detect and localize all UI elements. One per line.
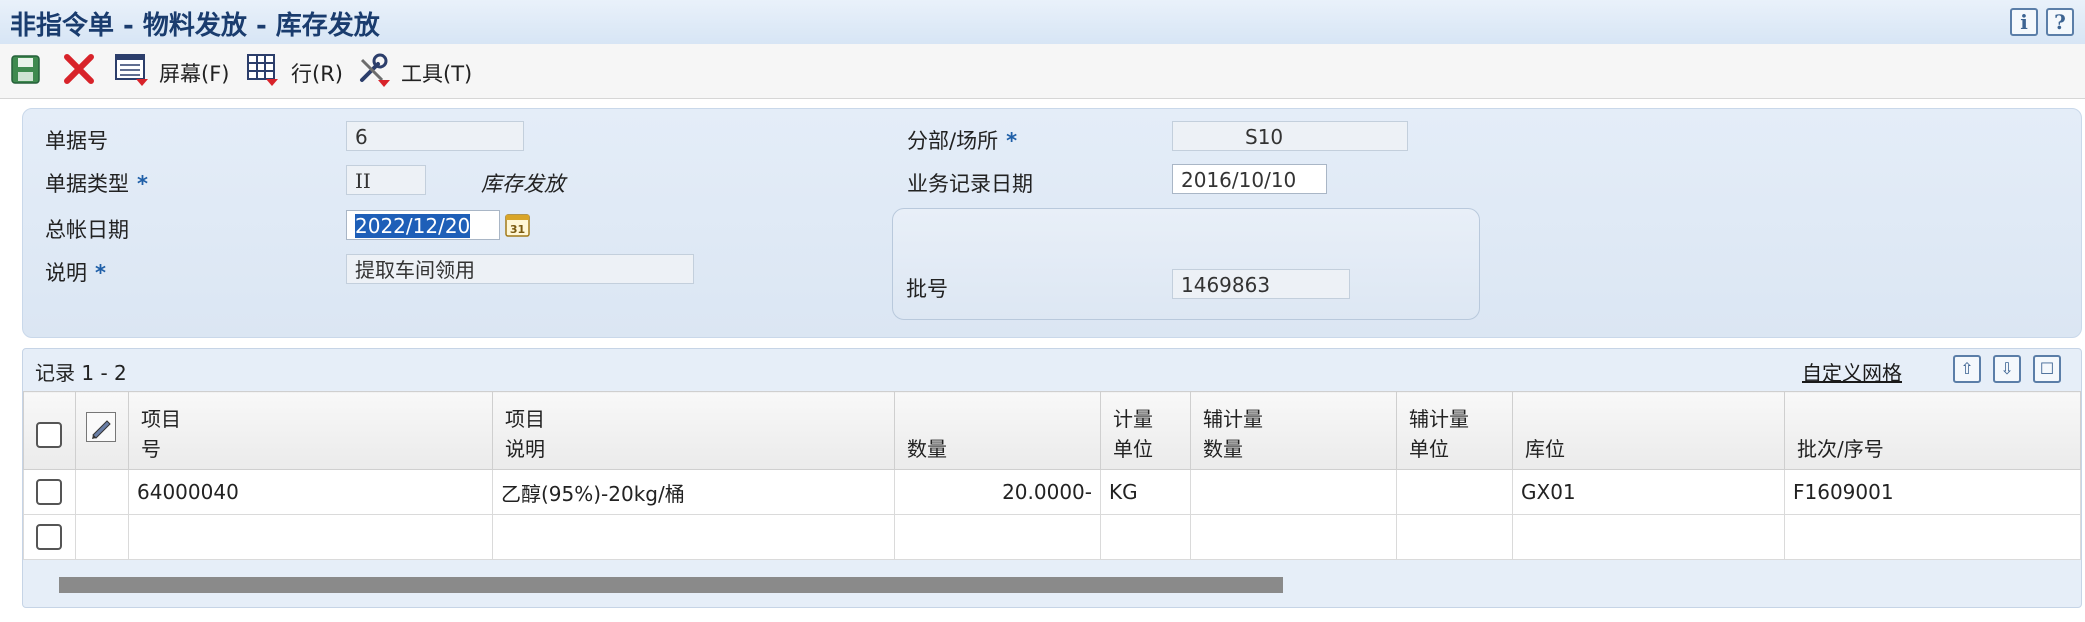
required-mark: * [95, 261, 106, 285]
col-item-no[interactable]: 项目号 [128, 391, 493, 470]
select-all-cell[interactable] [23, 391, 76, 470]
doc-type-description: 库存发放 [481, 172, 565, 196]
col-description[interactable]: 项目 说明 [492, 391, 895, 470]
row-select-cell[interactable] [23, 514, 76, 560]
select-all-checkbox[interactable] [36, 421, 62, 448]
customize-grid-link[interactable]: 自定义网格 [1802, 357, 1902, 386]
detail-grid: 记录 1 - 2 自定义网格 ⇧ ⇩ ☐ 项目号 项目 说明 数量 计量 单位 辅计… [22, 348, 2082, 608]
row-checkbox[interactable] [36, 524, 62, 551]
export-icon[interactable]: ⇧ [1953, 355, 1981, 383]
doc-type-label: 单据类型 * [45, 172, 148, 196]
required-mark: * [137, 172, 148, 196]
grid-record-count: 记录 1 - 2 [35, 361, 127, 385]
horizontal-scrollbar[interactable] [59, 577, 1283, 593]
table-row[interactable]: 64000040 乙醇(95%)-20kg/桶 20.0000- KG GX01… [23, 469, 2081, 515]
save-icon[interactable] [10, 52, 42, 90]
gl-date-input[interactable]: 2022/12/20 [346, 210, 500, 240]
row-edit-cell[interactable] [75, 514, 129, 560]
row-edit-cell[interactable] [75, 469, 129, 515]
tools-menu[interactable]: 工具(T) [401, 58, 472, 88]
screen-menu-icon[interactable] [114, 52, 150, 90]
explanation-field: 提取车间领用 [346, 254, 694, 284]
cell-lot-serial[interactable]: F1609001 [1784, 469, 2081, 515]
table-row[interactable] [23, 514, 2081, 560]
cell-description[interactable]: 乙醇(95%)-20kg/桶 [492, 469, 895, 515]
cell-secondary-uom[interactable] [1396, 514, 1513, 560]
cancel-icon[interactable] [62, 52, 96, 90]
import-icon[interactable]: ⇩ [1993, 355, 2021, 383]
screen-menu[interactable]: 屏幕(F) [159, 58, 229, 88]
row-menu-icon[interactable] [246, 52, 282, 90]
cell-uom[interactable]: KG [1100, 469, 1191, 515]
cell-item-no[interactable]: 64000040 [128, 469, 493, 515]
toolbar: 屏幕(F) 行(R) 工具(T) [0, 44, 2085, 99]
batch-subpanel: 批号 1469863 [892, 208, 1480, 320]
branch-plant-label: 分部/场所 * [907, 129, 1018, 153]
cell-secondary-uom[interactable] [1396, 469, 1513, 515]
tools-menu-icon[interactable] [356, 52, 392, 90]
grid-table: 项目号 项目 说明 数量 计量 单位 辅计量 数量 辅计量 单位 库位 批次/序号 64… [23, 391, 2081, 560]
doc-no-label: 单据号 [45, 129, 108, 153]
grid-header-row: 项目号 项目 说明 数量 计量 单位 辅计量 数量 辅计量 单位 库位 批次/序号 [23, 391, 2081, 470]
required-mark: * [1006, 129, 1018, 153]
info-icon[interactable]: i [2010, 8, 2038, 36]
cell-location[interactable]: GX01 [1512, 469, 1785, 515]
cell-location[interactable] [1512, 514, 1785, 560]
branch-plant-field: S10 [1172, 121, 1408, 151]
maximize-grid-icon[interactable]: ☐ [2033, 355, 2061, 383]
cell-uom[interactable] [1100, 514, 1191, 560]
col-secondary-uom[interactable]: 辅计量 单位 [1396, 391, 1513, 470]
cell-item-no[interactable] [128, 514, 493, 560]
explanation-label: 说明 * [45, 261, 106, 285]
cell-description[interactable] [492, 514, 895, 560]
help-icon[interactable]: ? [2046, 8, 2074, 36]
gl-date-selected-text: 2022/12/20 [355, 214, 471, 238]
gl-date-label: 总帐日期 [45, 218, 129, 242]
row-menu[interactable]: 行(R) [291, 58, 343, 88]
col-uom[interactable]: 计量 单位 [1100, 391, 1191, 470]
cell-quantity[interactable] [894, 514, 1101, 560]
calendar-icon-day: 31 [510, 223, 525, 236]
row-checkbox[interactable] [36, 479, 62, 506]
col-quantity[interactable]: 数量 [894, 391, 1101, 470]
col-location[interactable]: 库位 [1512, 391, 1785, 470]
row-select-cell[interactable] [23, 469, 76, 515]
col-secondary-qty[interactable]: 辅计量 数量 [1190, 391, 1397, 470]
page-title: 非指令单 - 物料发放 - 库存发放 [10, 11, 380, 41]
batch-no-field: 1469863 [1172, 269, 1350, 299]
edit-column-header [75, 391, 129, 470]
title-bar: 非指令单 - 物料发放 - 库存发放 i ? [0, 0, 2085, 45]
batch-no-label: 批号 [906, 277, 948, 301]
cell-secondary-qty[interactable] [1190, 469, 1397, 515]
cell-lot-serial[interactable] [1784, 514, 2081, 560]
cell-quantity[interactable]: 20.0000- [894, 469, 1101, 515]
col-lot-serial[interactable]: 批次/序号 [1784, 391, 2081, 470]
calendar-icon[interactable]: 31 [505, 213, 531, 237]
doc-type-field: II [346, 165, 426, 195]
transaction-date-input[interactable]: 2016/10/10 [1172, 164, 1327, 194]
edit-pencil-icon[interactable] [86, 412, 116, 442]
transaction-date-label: 业务记录日期 [907, 172, 1033, 196]
cell-secondary-qty[interactable] [1190, 514, 1397, 560]
doc-no-field: 6 [346, 121, 524, 151]
